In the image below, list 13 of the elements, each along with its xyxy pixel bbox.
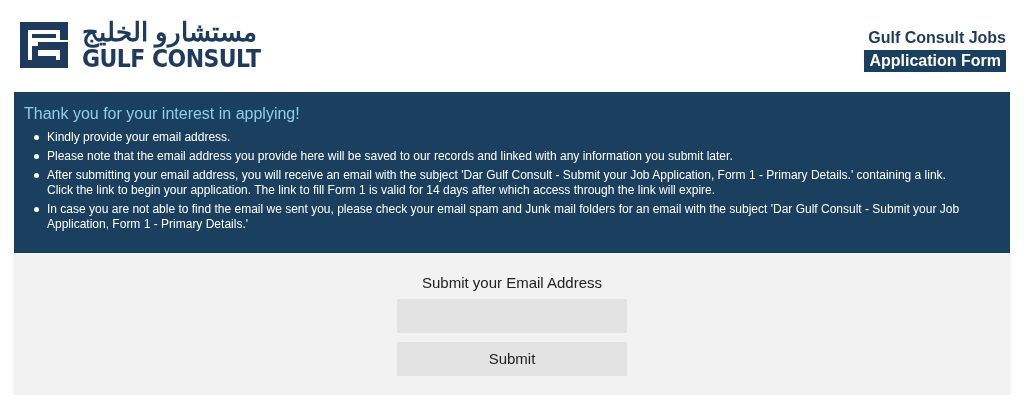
notice-item: After submitting your email address, you will receive an email with the subject 'Dar Gulf Consult - Submit your Job Application, Form 1 - Primary Details.' containing a link. Click the link to begin your application. The link to fill Form 1 is valid for 14 days after which access through the link will expire.: [47, 168, 947, 198]
email-label: Submit your Email Address: [421, 273, 603, 293]
site-title: Gulf Consult Jobs: [868, 28, 1006, 48]
notice-item: Kindly provide your email address.: [47, 130, 232, 145]
notice-heading: Thank you for your interest in applying!: [24, 104, 301, 124]
notice-item: In case you are not able to find the email we sent you, please check your email spam and Junk mail folders for an email with the subject 'Dar Gulf Consult - Submit your Job Application, Form 1 - Primary Details.': [47, 202, 961, 232]
page-title: Application Form: [864, 50, 1006, 72]
bullet-icon: [34, 173, 39, 178]
bullet-icon: [34, 154, 39, 159]
bullet-icon: [34, 207, 39, 212]
bullet-icon: [34, 135, 39, 140]
notice-item: Please note that the email address you provide here will be saved to our records and linked with any information you submit later.: [47, 149, 734, 164]
submit-button[interactable]: Submit: [397, 342, 627, 376]
